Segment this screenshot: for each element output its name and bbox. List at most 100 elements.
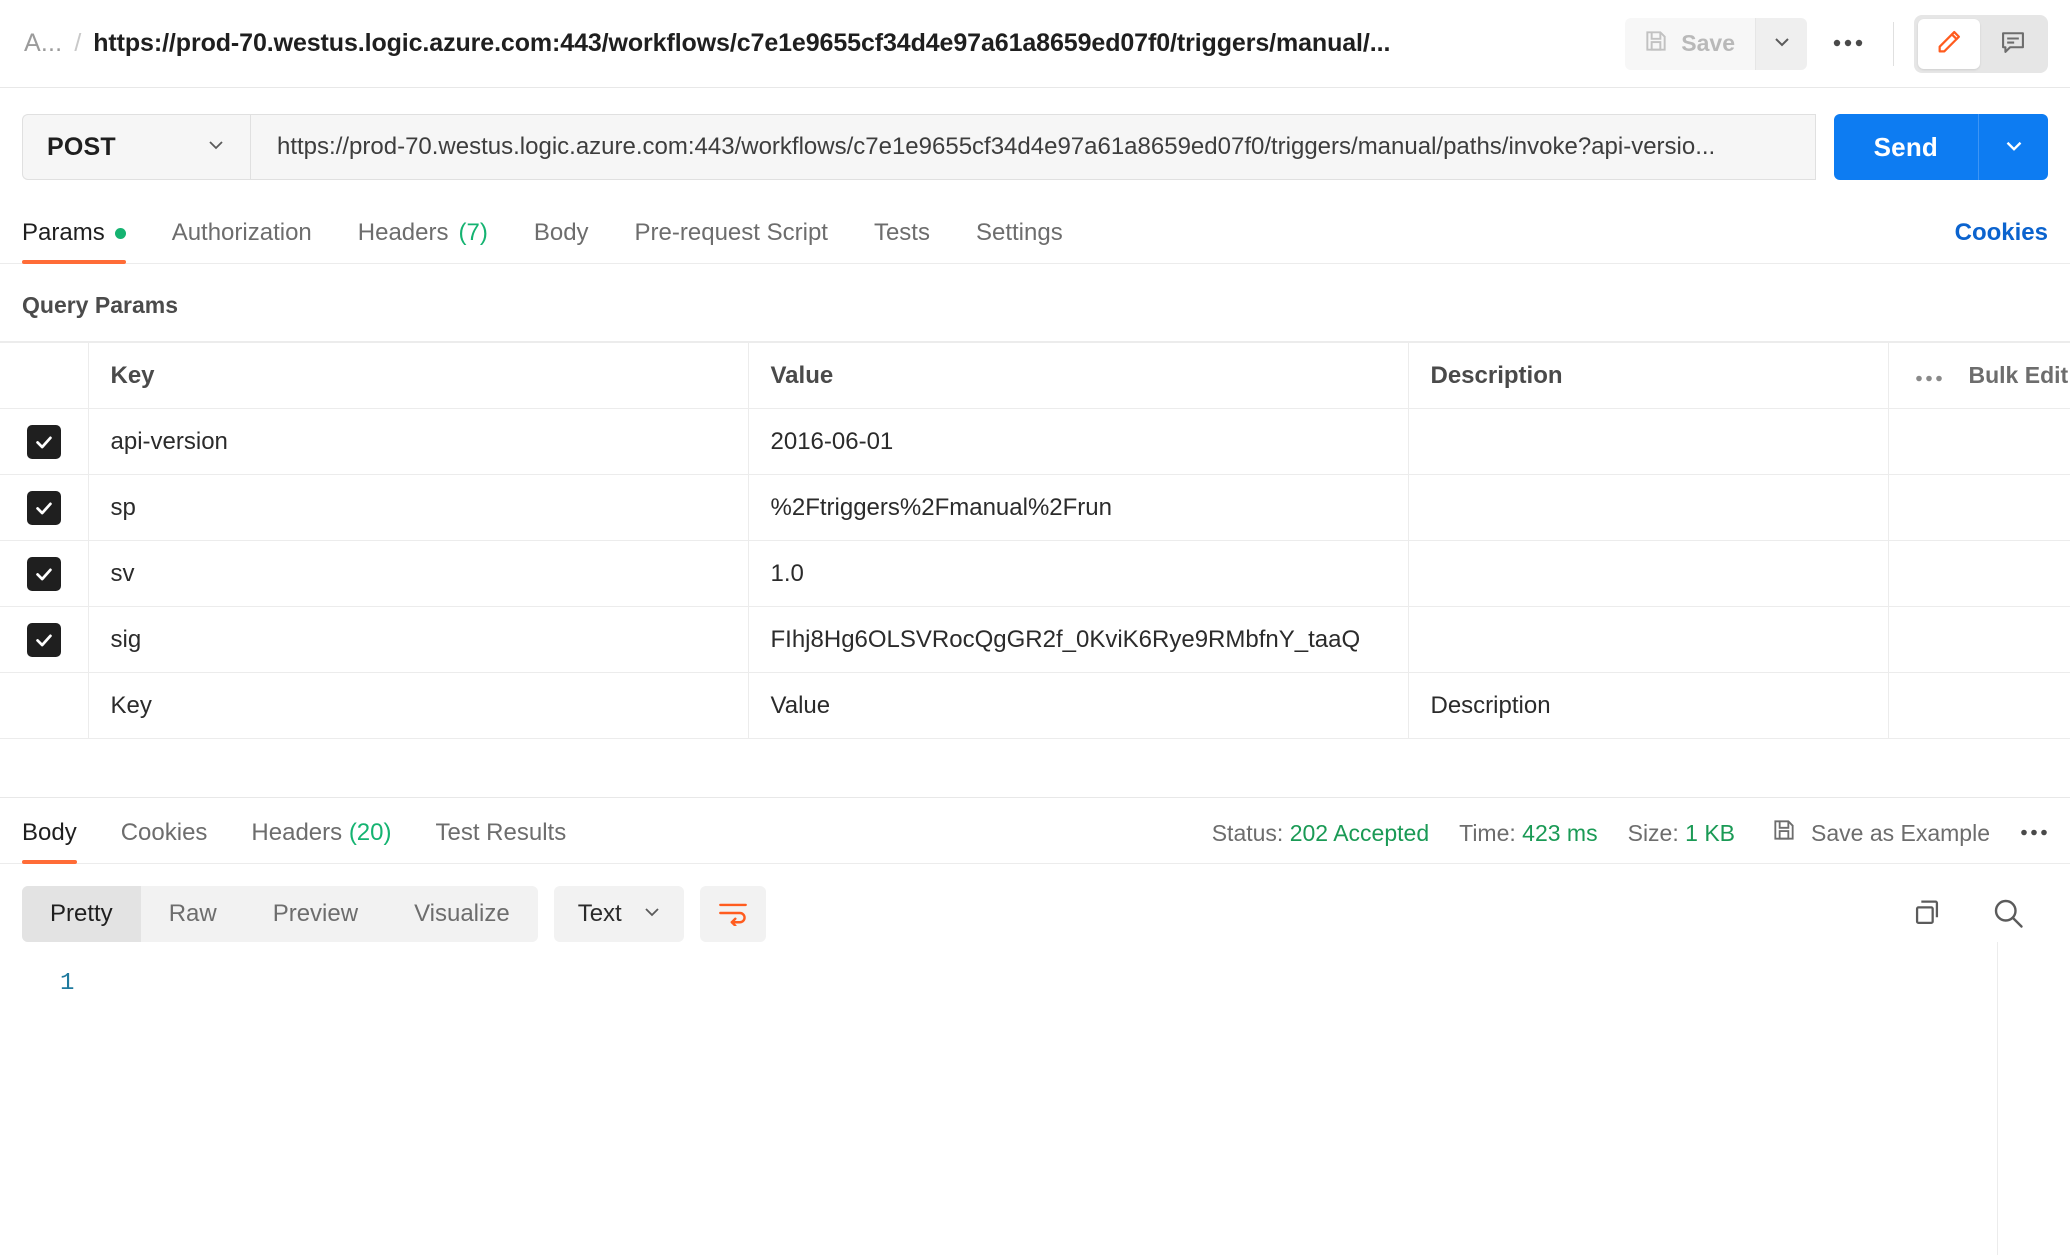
send-button[interactable]: Send [1834, 114, 1978, 180]
word-wrap-icon [718, 900, 748, 929]
header-value: Value [748, 343, 1408, 409]
row-value[interactable]: 2016-06-01 [748, 409, 1408, 475]
top-bar-actions: Save [1625, 15, 2048, 73]
header-actions: Bulk Edit [1888, 343, 2070, 409]
ellipsis-horizontal-icon[interactable] [1915, 362, 1943, 390]
request-url-value: https://prod-70.westus.logic.azure.com:4… [277, 133, 1789, 161]
save-button-group: Save [1625, 18, 1807, 70]
tab-headers[interactable]: Headers (7) [358, 219, 488, 263]
response-body-toolbar-right [1910, 895, 2048, 934]
empty-row-actions [1888, 673, 2070, 739]
chevron-down-icon [1770, 30, 1794, 57]
view-visualize-button[interactable]: Visualize [386, 886, 538, 942]
tab-pre-request-script-label: Pre-request Script [635, 219, 828, 247]
response-tab-headers[interactable]: Headers (20) [251, 819, 391, 863]
tab-body[interactable]: Body [534, 219, 589, 263]
line-number: 1 [0, 970, 2070, 997]
response-body-viewer[interactable]: 1 [0, 942, 2070, 1255]
bulk-edit-button[interactable]: Bulk Edit [1969, 362, 2069, 389]
table-header-row: Key Value Description Bulk Edit [0, 343, 2070, 409]
time-value: 423 ms [1522, 820, 1597, 846]
tab-pre-request-script[interactable]: Pre-request Script [635, 219, 828, 263]
row-checkbox[interactable] [27, 623, 61, 657]
table-row: sp %2Ftriggers%2Fmanual%2Frun [0, 475, 2070, 541]
tab-headers-count: (7) [459, 219, 488, 247]
send-button-group: Send [1834, 114, 2048, 180]
tab-authorization[interactable]: Authorization [172, 219, 312, 263]
response-tab-cookies[interactable]: Cookies [121, 819, 208, 863]
row-key[interactable]: api-version [88, 409, 748, 475]
breadcrumb-collapsed[interactable]: A... [24, 29, 62, 58]
tab-settings[interactable]: Settings [976, 219, 1063, 263]
view-pretty-button[interactable]: Pretty [22, 886, 141, 942]
search-icon [1990, 895, 2026, 934]
save-button[interactable]: Save [1625, 18, 1755, 70]
new-value-input[interactable]: Value [748, 673, 1408, 739]
new-description-input[interactable]: Description [1408, 673, 1888, 739]
row-checkbox[interactable] [27, 425, 61, 459]
header-key: Key [88, 343, 748, 409]
save-as-example-button[interactable]: Save as Example [1771, 817, 1990, 849]
floppy-disk-icon [1643, 28, 1669, 60]
view-raw-button[interactable]: Raw [141, 886, 245, 942]
cookies-link[interactable]: Cookies [1955, 219, 2048, 263]
size-label: Size: [1628, 820, 1679, 846]
copy-icon [1910, 896, 1944, 933]
ellipsis-horizontal-icon [2020, 824, 2048, 842]
http-method-label: POST [47, 133, 116, 162]
search-response-button[interactable] [1990, 895, 2026, 934]
new-key-input[interactable]: Key [88, 673, 748, 739]
edit-mode-button[interactable] [1918, 19, 1980, 69]
send-options-caret[interactable] [1978, 114, 2048, 180]
row-actions [1888, 409, 2070, 475]
page-title: https://prod-70.westus.logic.azure.com:4… [93, 29, 1390, 58]
response-tab-headers-count: (20) [349, 819, 392, 846]
table-row: sv 1.0 [0, 541, 2070, 607]
row-value[interactable]: FIhj8Hg6OLSVRocQgGR2f_0KviK6Rye9RMbfnY_t… [748, 607, 1408, 673]
chevron-down-icon [2001, 133, 2027, 162]
row-description[interactable] [1408, 409, 1888, 475]
row-actions [1888, 607, 2070, 673]
row-description[interactable] [1408, 475, 1888, 541]
row-key[interactable]: sv [88, 541, 748, 607]
row-checkbox[interactable] [27, 557, 61, 591]
response-view-segmented-control: Pretty Raw Preview Visualize [22, 886, 538, 942]
http-method-select[interactable]: POST [22, 114, 250, 180]
word-wrap-toggle[interactable] [700, 886, 766, 942]
pencil-icon [1935, 28, 1963, 59]
response-meta: Status: 202 Accepted Time: 423 ms Size: … [1212, 817, 2048, 863]
response-tab-body[interactable]: Body [22, 819, 77, 863]
query-params-table-wrapper: Key Value Description Bulk Edit [0, 341, 2070, 739]
tab-authorization-label: Authorization [172, 219, 312, 247]
tab-body-label: Body [534, 219, 589, 247]
response-format-select[interactable]: Text [554, 886, 684, 942]
header-description: Description [1408, 343, 1888, 409]
request-url-input[interactable]: https://prod-70.westus.logic.azure.com:4… [250, 114, 1816, 180]
request-more-actions-button[interactable] [1817, 18, 1879, 70]
tab-tests-label: Tests [874, 219, 930, 247]
tab-params[interactable]: Params [22, 219, 126, 263]
response-more-actions-button[interactable] [2020, 824, 2048, 842]
tab-tests[interactable]: Tests [874, 219, 930, 263]
breadcrumb: A... / https://prod-70.westus.logic.azur… [24, 29, 1625, 58]
row-value[interactable]: 1.0 [748, 541, 1408, 607]
comments-button[interactable] [1982, 19, 2044, 69]
response-tab-test-results[interactable]: Test Results [436, 819, 567, 863]
time-badge: Time: 423 ms [1459, 820, 1597, 847]
table-row-empty: Key Value Description [0, 673, 2070, 739]
row-checkbox[interactable] [27, 491, 61, 525]
query-params-title: Query Params [0, 264, 2070, 341]
row-value[interactable]: %2Ftriggers%2Fmanual%2Frun [748, 475, 1408, 541]
view-preview-button[interactable]: Preview [245, 886, 386, 942]
copy-response-button[interactable] [1910, 896, 1944, 933]
request-tabs: Params Authorization Headers (7) Body Pr… [0, 202, 2070, 264]
row-description[interactable] [1408, 541, 1888, 607]
row-description[interactable] [1408, 607, 1888, 673]
empty-row-checkbox-cell [0, 673, 88, 739]
breadcrumb-separator: / [74, 29, 81, 58]
save-options-caret[interactable] [1755, 18, 1807, 70]
row-key[interactable]: sp [88, 475, 748, 541]
row-key[interactable]: sig [88, 607, 748, 673]
toolbar-divider [1893, 22, 1894, 66]
row-actions [1888, 475, 2070, 541]
